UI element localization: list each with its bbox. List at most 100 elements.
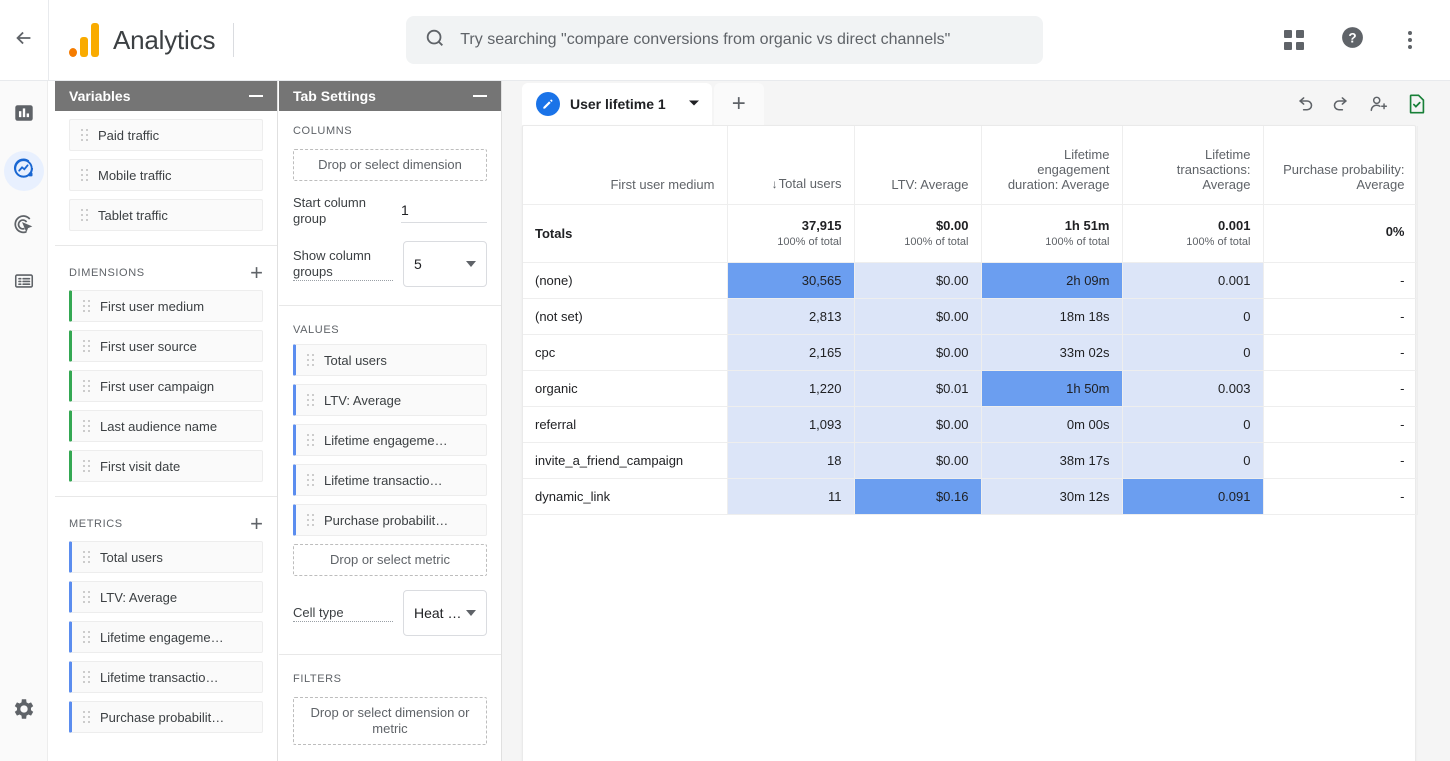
drag-handle-icon[interactable] bbox=[78, 168, 92, 182]
metric-chip[interactable]: LTV: Average bbox=[69, 581, 263, 613]
drag-handle-icon[interactable] bbox=[304, 473, 318, 487]
drag-handle-icon[interactable] bbox=[78, 128, 92, 142]
help-button[interactable]: ? bbox=[1332, 20, 1372, 60]
drag-handle-icon[interactable] bbox=[80, 590, 94, 604]
chip-label: First visit date bbox=[100, 458, 181, 474]
drag-handle-icon[interactable] bbox=[80, 379, 94, 393]
drag-handle-icon[interactable] bbox=[304, 353, 318, 367]
column-header-total-users[interactable]: ↓Total users bbox=[727, 126, 855, 205]
drag-handle-icon[interactable] bbox=[80, 459, 94, 473]
report-table: First user medium ↓Total users LTV: Aver… bbox=[523, 126, 1418, 515]
segment-chip[interactable]: Tablet traffic bbox=[69, 199, 263, 231]
chip-label: Total users bbox=[100, 549, 163, 565]
sidebar-item-configure[interactable] bbox=[4, 263, 44, 303]
cell-type-select[interactable]: Heat … bbox=[403, 590, 487, 636]
row-dimension-cell: cpc bbox=[523, 334, 728, 371]
sidebar-item-advertising[interactable] bbox=[4, 207, 44, 247]
row-metric-cell: - bbox=[1263, 298, 1418, 335]
value-chip[interactable]: LTV: Average bbox=[293, 384, 487, 416]
row-metric-cell: 1,093 bbox=[727, 406, 855, 443]
undo-button[interactable] bbox=[1294, 94, 1315, 115]
search-input[interactable] bbox=[460, 31, 1026, 49]
tab-label: User lifetime 1 bbox=[570, 96, 666, 112]
column-header-lifetime-engagement[interactable]: Lifetime engagement duration: Average bbox=[981, 126, 1123, 205]
value-chip[interactable]: Total users bbox=[293, 344, 487, 376]
drag-handle-icon[interactable] bbox=[80, 630, 94, 644]
column-header-purchase-probability[interactable]: Purchase probability: Average bbox=[1263, 126, 1418, 205]
drag-handle-icon[interactable] bbox=[304, 433, 318, 447]
table-row[interactable]: (not set) 2,813 $0.00 18m 18s 0- bbox=[523, 298, 1418, 335]
tab-user-lifetime-1[interactable]: User lifetime 1 bbox=[522, 83, 712, 125]
row-dimension-cell: dynamic_link bbox=[523, 478, 728, 515]
chip-label: Lifetime engageme… bbox=[324, 432, 448, 448]
cell-value: 37,915 bbox=[801, 218, 842, 233]
drag-handle-icon[interactable] bbox=[78, 208, 92, 222]
dimension-chip[interactable]: First visit date bbox=[69, 450, 263, 482]
columns-dropzone[interactable]: Drop or select dimension bbox=[293, 149, 487, 181]
drag-handle-icon[interactable] bbox=[80, 299, 94, 313]
back-button[interactable] bbox=[0, 0, 48, 81]
column-header-ltv-average[interactable]: LTV: Average bbox=[854, 126, 982, 205]
metric-chip[interactable]: Purchase probabilit… bbox=[69, 701, 263, 733]
sidebar-item-explore[interactable] bbox=[3, 151, 44, 191]
drag-handle-icon[interactable] bbox=[80, 550, 94, 564]
redo-button[interactable] bbox=[1331, 94, 1352, 115]
value-chip[interactable]: Purchase probabilit… bbox=[293, 504, 487, 536]
filters-dropzone[interactable]: Drop or select dimension or metric bbox=[293, 697, 487, 745]
dimension-chip[interactable]: First user campaign bbox=[69, 370, 263, 402]
sidebar-item-reports[interactable] bbox=[4, 95, 44, 135]
values-dropzone[interactable]: Drop or select metric bbox=[293, 544, 487, 576]
help-circle-icon: ? bbox=[1340, 25, 1365, 55]
table-row[interactable]: dynamic_link 11 $0.16 30m 12s 0.091- bbox=[523, 478, 1418, 515]
show-column-groups-select[interactable]: 5 bbox=[403, 241, 487, 287]
column-header-lifetime-transactions[interactable]: Lifetime transactions: Average bbox=[1122, 126, 1264, 205]
start-column-group-input[interactable] bbox=[401, 199, 487, 223]
export-button[interactable] bbox=[1406, 93, 1428, 115]
add-tab-button[interactable]: + bbox=[713, 83, 764, 125]
segment-chip[interactable]: Paid traffic bbox=[69, 119, 263, 151]
chip-label: Lifetime transactio… bbox=[324, 472, 443, 488]
table-row[interactable]: organic 1,220 $0.01 1h 50m 0.003- bbox=[523, 370, 1418, 407]
sidebar-item-settings[interactable] bbox=[4, 691, 44, 731]
value-chip[interactable]: Lifetime transactio… bbox=[293, 464, 487, 496]
drag-handle-icon[interactable] bbox=[80, 419, 94, 433]
drag-handle-icon[interactable] bbox=[304, 393, 318, 407]
chevron-down-icon[interactable] bbox=[688, 96, 700, 112]
row-metric-cell: 1,220 bbox=[727, 370, 855, 407]
table-row[interactable]: (none) 30,565 $0.00 2h 09m 0.001- bbox=[523, 262, 1418, 299]
drag-handle-icon[interactable] bbox=[80, 339, 94, 353]
drag-handle-icon[interactable] bbox=[80, 710, 94, 724]
dimension-chip[interactable]: First user medium bbox=[69, 290, 263, 322]
apps-button[interactable] bbox=[1274, 20, 1314, 60]
minimize-icon[interactable] bbox=[249, 95, 263, 97]
totals-cell: $0.00 100% of total bbox=[854, 204, 982, 263]
metric-chip[interactable]: Lifetime engageme… bbox=[69, 621, 263, 653]
add-metric-button[interactable]: + bbox=[250, 513, 263, 535]
drag-handle-icon[interactable] bbox=[304, 513, 318, 527]
table-row[interactable]: invite_a_friend_campaign 18 $0.00 38m 17s 0- bbox=[523, 442, 1418, 479]
cell-value: $0.00 bbox=[935, 218, 969, 233]
more-options-button[interactable] bbox=[1390, 20, 1430, 60]
metric-chip[interactable]: Lifetime transactio… bbox=[69, 661, 263, 693]
row-dimension-cell: (none) bbox=[523, 262, 728, 299]
add-dimension-button[interactable]: + bbox=[250, 262, 263, 284]
row-metric-cell: $0.16 bbox=[854, 478, 982, 515]
dimension-chip[interactable]: First user source bbox=[69, 330, 263, 362]
brand-area[interactable]: Analytics bbox=[49, 23, 215, 57]
segment-chip[interactable]: Mobile traffic bbox=[69, 159, 263, 191]
search-box[interactable] bbox=[406, 16, 1044, 64]
table-row[interactable]: cpc 2,165 $0.00 33m 02s 0- bbox=[523, 334, 1418, 371]
table-row[interactable]: referral 1,093 $0.00 0m 00s 0- bbox=[523, 406, 1418, 443]
chip-label: First user campaign bbox=[100, 378, 215, 394]
dimension-chip[interactable]: Last audience name bbox=[69, 410, 263, 442]
row-metric-cell: 0 bbox=[1122, 298, 1264, 335]
column-header-dimension[interactable]: First user medium bbox=[523, 126, 728, 205]
share-button[interactable] bbox=[1368, 93, 1390, 115]
row-metric-cell: 18m 18s bbox=[981, 298, 1123, 335]
drag-handle-icon[interactable] bbox=[80, 670, 94, 684]
cell-value: 0.001 bbox=[1217, 218, 1251, 233]
value-chip[interactable]: Lifetime engageme… bbox=[293, 424, 487, 456]
metric-chip[interactable]: Total users bbox=[69, 541, 263, 573]
minimize-icon[interactable] bbox=[473, 95, 487, 97]
metrics-list: Total users LTV: Average Lifetime engage… bbox=[55, 541, 277, 733]
